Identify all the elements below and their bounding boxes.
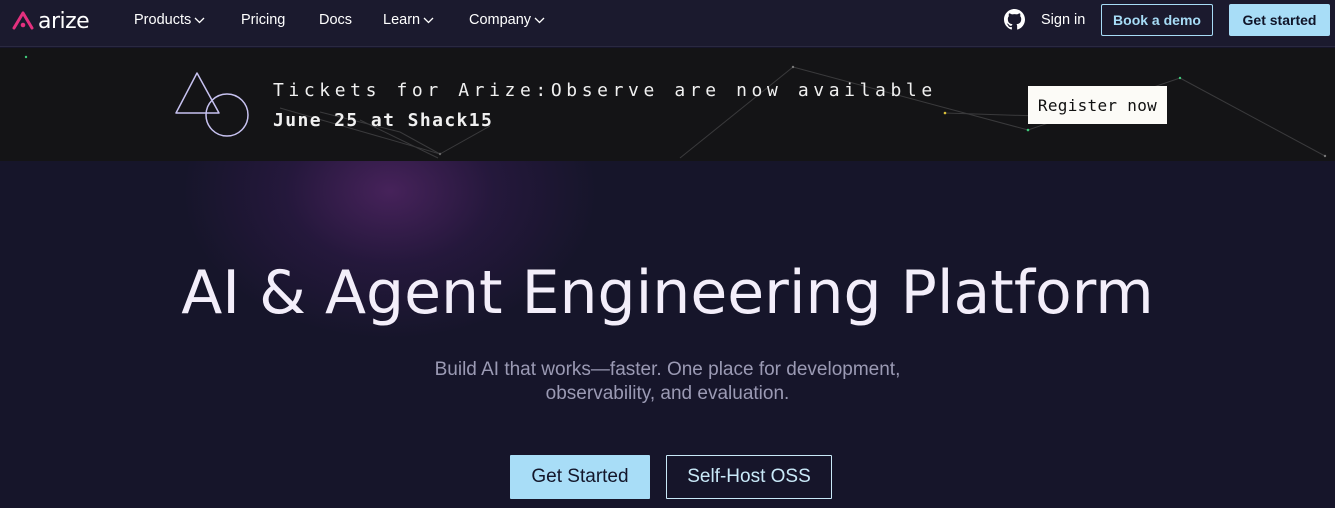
nav-products[interactable]: Products <box>134 10 205 30</box>
hero-title: AI & Agent Engineering Platform <box>181 258 1154 328</box>
arize-logo[interactable]: arize <box>12 8 90 34</box>
chevron-down-icon <box>194 17 205 23</box>
nav-learn-label: Learn <box>383 12 421 28</box>
nav-docs[interactable]: Docs <box>319 10 352 30</box>
chevron-down-icon <box>423 17 434 23</box>
nav-pricing-label: Pricing <box>241 12 286 28</box>
nav-docs-label: Docs <box>319 12 353 28</box>
nav-company[interactable]: Company <box>469 10 545 30</box>
sign-in-link[interactable]: Sign in <box>1041 10 1085 30</box>
book-demo-button[interactable]: Book a demo <box>1101 4 1213 36</box>
nav-company-label: Company <box>469 12 532 28</box>
nav-pricing[interactable]: Pricing <box>241 10 285 30</box>
register-now-button[interactable]: Register now <box>1028 86 1167 124</box>
banner-date: June 25 at Shack15 <box>273 110 494 131</box>
self-host-oss-button[interactable]: Self-Host OSS <box>666 455 832 499</box>
observe-logo-icon <box>175 72 249 137</box>
nav-learn[interactable]: Learn <box>383 10 434 30</box>
hero-subtitle-line-2: observability, and evaluation. <box>545 383 790 404</box>
hero-subtitle: Build AI that works—faster. One place fo… <box>0 358 1335 406</box>
hero-section: AI & Agent Engineering Platform Build AI… <box>0 161 1335 508</box>
hero-get-started-button[interactable]: Get Started <box>510 455 650 499</box>
banner-headline: Tickets for Arize:Observe are now availa… <box>273 80 937 101</box>
logo-text: arize <box>38 8 90 34</box>
arize-logo-icon <box>12 11 34 30</box>
event-banner: Tickets for Arize:Observe are now availa… <box>0 48 1335 161</box>
github-icon[interactable] <box>1004 9 1025 30</box>
nav-products-label: Products <box>134 12 192 28</box>
get-started-button[interactable]: Get started <box>1229 4 1330 36</box>
hero-subtitle-line-1: Build AI that works—faster. One place fo… <box>434 359 901 380</box>
top-navigation: arize Products Pricing Docs Learn Compan… <box>0 0 1335 47</box>
chevron-down-icon <box>534 17 545 23</box>
